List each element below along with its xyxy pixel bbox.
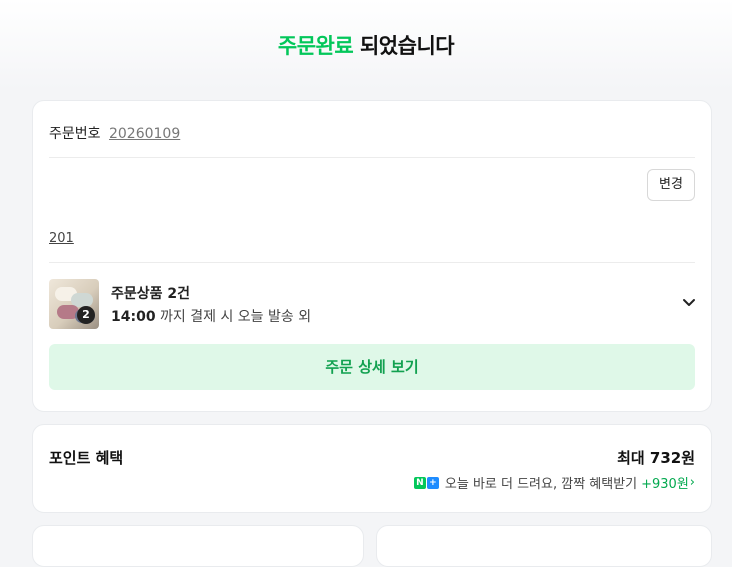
order-summary-card: 주문번호 20260109 201 변경 2 주문상품 2건 14:00 까지 … bbox=[32, 100, 712, 412]
page-title-rest: 되었습니다 bbox=[353, 34, 455, 58]
order-number-label: 주문번호 bbox=[49, 126, 101, 142]
chevron-right-icon: › bbox=[689, 475, 695, 490]
point-benefit-title: 포인트 혜택 bbox=[49, 449, 124, 467]
naverpay-icon: N + bbox=[413, 476, 440, 489]
shipping-time: 14:00 bbox=[111, 309, 156, 325]
point-max-amount: 최대 732원 bbox=[617, 449, 695, 467]
point-promo-amount: +930원 bbox=[641, 477, 689, 492]
bottom-card-right bbox=[376, 525, 712, 567]
shipping-text: 까지 결제 시 오늘 발송 외 bbox=[155, 309, 312, 325]
products-title: 주문상품 2건 bbox=[111, 286, 191, 302]
product-count-badge: 2 bbox=[77, 306, 95, 324]
product-thumbnail[interactable]: 2 bbox=[49, 279, 99, 329]
naverpay-plus-mark: + bbox=[426, 476, 439, 489]
divider bbox=[49, 157, 695, 158]
point-promo-text: 오늘 바로 더 드려요, 깜짝 혜택받기 bbox=[444, 477, 638, 492]
shipping-info: 14:00 까지 결제 시 오늘 발송 외 bbox=[111, 306, 311, 326]
page-title: 주문완료 되었습니다 bbox=[0, 30, 732, 60]
order-detail-button[interactable]: 주문 상세 보기 bbox=[49, 344, 695, 390]
point-promo-link[interactable]: N + 오늘 바로 더 드려요, 깜짝 혜택받기 +930원 › bbox=[413, 473, 695, 492]
address-postal-code: 201 bbox=[49, 231, 74, 246]
naverpay-n-mark: N bbox=[413, 476, 426, 489]
change-address-button[interactable]: 변경 bbox=[647, 169, 695, 201]
order-number-value[interactable]: 20260109 bbox=[109, 126, 180, 142]
bottom-card-left bbox=[32, 525, 364, 567]
order-number-row: 주문번호 20260109 bbox=[49, 123, 180, 143]
divider bbox=[49, 262, 695, 263]
page-title-accent: 주문완료 bbox=[277, 34, 354, 58]
point-benefit-card: 포인트 혜택 최대 732원 N + 오늘 바로 더 드려요, 깜짝 혜택받기 +… bbox=[32, 424, 712, 513]
chevron-down-icon[interactable] bbox=[681, 295, 697, 311]
